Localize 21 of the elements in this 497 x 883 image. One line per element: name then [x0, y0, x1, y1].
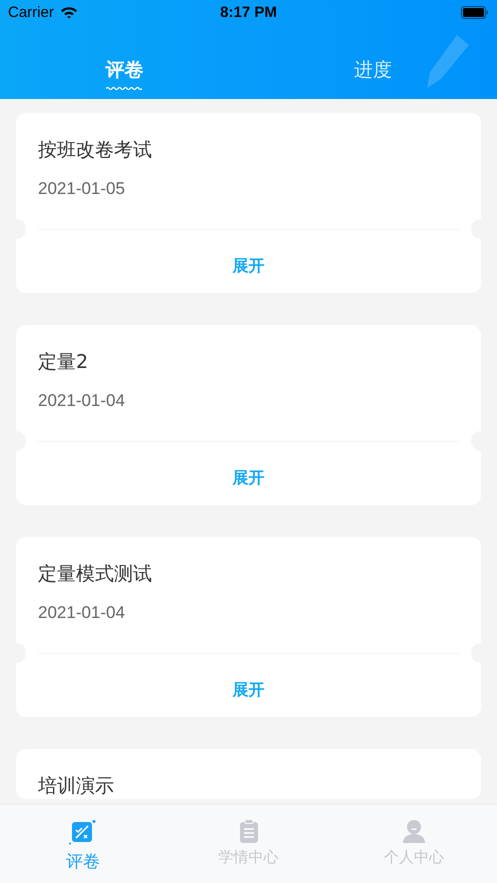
tab[interactable]: 进度: [248, 57, 497, 97]
wave-underline-icon: [106, 86, 142, 91]
exam-date: 2021-01-04: [37, 602, 126, 623]
tab[interactable]: 评卷: [0, 57, 248, 97]
status-time: 8:17 PM: [220, 4, 277, 21]
exam-date: 2021-01-05: [37, 178, 126, 199]
grading-icon: [68, 819, 97, 845]
expand-link[interactable]: 展开: [232, 468, 264, 489]
expand-link[interactable]: 展开: [232, 256, 264, 277]
exam-title: 培训演示: [37, 774, 115, 799]
wifi-icon: [60, 6, 78, 19]
tab-bar-item[interactable]: 评卷: [0, 805, 166, 883]
clipboard-icon: [238, 819, 260, 843]
exam-date: 2021-01-04: [37, 390, 126, 411]
person-icon: [402, 819, 426, 843]
battery-icon: [461, 6, 489, 19]
expand-link[interactable]: 展开: [232, 680, 264, 701]
carrier-label: Carrier: [8, 4, 54, 21]
exam-title: 定量2: [37, 350, 90, 375]
exam-title: 按班改卷考试: [37, 138, 153, 163]
exam-title: 定量模式测试: [37, 562, 153, 587]
